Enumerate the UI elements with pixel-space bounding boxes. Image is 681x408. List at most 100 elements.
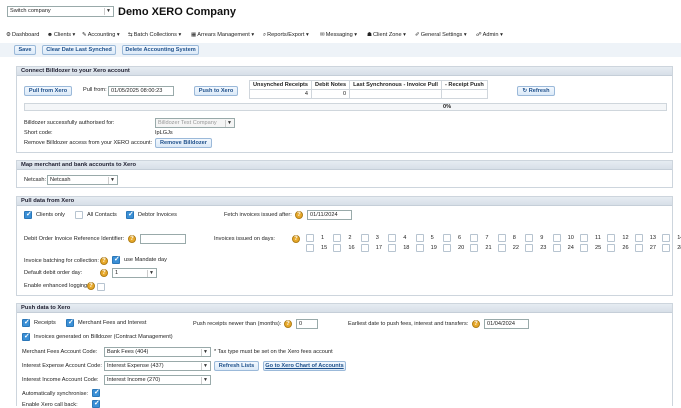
clients-only-checkbox[interactable] (24, 210, 32, 219)
day-label: 25 (595, 245, 602, 251)
nav-item-reports[interactable]: ⌕Reports/Export ▾ (263, 32, 309, 39)
arrears-icon: ▦ (191, 32, 197, 38)
interest-expense-select[interactable]: Interest Expense (437) ▼ (104, 361, 211, 371)
refresh-lists-button[interactable]: Refresh Lists (214, 361, 259, 371)
day-label: 26 (622, 245, 629, 251)
day-checkbox[interactable] (580, 234, 588, 242)
day-label: 11 (595, 235, 601, 241)
help-icon[interactable]: ? (472, 320, 480, 328)
day-checkbox[interactable] (470, 234, 479, 242)
nav-item-general-settings[interactable]: ✐General Settings ▾ (415, 32, 467, 38)
callback-checkbox[interactable] (92, 399, 100, 408)
reference-identifier-input[interactable] (140, 234, 186, 244)
earliest-date-input[interactable]: 01/04/2024 (484, 319, 529, 329)
switch-company-value: Switch company (10, 8, 51, 14)
push-months-input[interactable]: 0 (296, 319, 318, 329)
day-checkbox[interactable] (360, 244, 369, 252)
day-checkbox[interactable] (388, 234, 397, 242)
interest-income-label: Interest Income Account Code: (22, 377, 99, 383)
merchant-fees-checkbox[interactable] (66, 318, 74, 327)
auto-sync-checkbox[interactable] (92, 388, 100, 397)
day-checkbox[interactable] (607, 234, 616, 242)
chevron-down-icon: ▼ (201, 349, 209, 356)
main-nav: ⚙Dashboard ☻Clients ▾ ✎Accounting ▾ ⇆Bat… (0, 29, 681, 41)
mandate-day-checkbox[interactable] (112, 255, 120, 264)
interest-income-select[interactable]: Interest Income (270) ▼ (104, 375, 211, 385)
pull-from-label: Pull from: (83, 87, 107, 93)
fetch-after-input[interactable]: 01/11/2024 (307, 210, 352, 220)
switch-company-select[interactable]: Switch company ▼ (7, 6, 114, 17)
nav-item-client-zone[interactable]: ☗Client Zone ▾ (367, 32, 406, 38)
day-checkbox[interactable] (525, 234, 534, 242)
help-icon[interactable]: ? (292, 235, 300, 243)
xero-chart-link[interactable]: Go to Xero Chart of Accounts (263, 361, 346, 371)
sync-progress-label: 0% (443, 104, 452, 110)
day-label: 12 (622, 235, 629, 241)
help-icon[interactable]: ? (295, 211, 303, 219)
day-checkbox[interactable] (634, 244, 643, 252)
day-checkbox[interactable] (607, 244, 616, 252)
day-label: 9 (540, 235, 544, 241)
day-label: 16 (348, 245, 355, 251)
nav-item-dashboard[interactable]: ⚙Dashboard (6, 32, 39, 38)
nav-item-arrears[interactable]: ▦Arrears Management ▾ (191, 32, 254, 38)
day-checkbox[interactable] (415, 234, 424, 242)
day-checkbox[interactable] (497, 234, 506, 242)
clear-date-button[interactable]: Clear Date Last Synched (42, 45, 116, 55)
authorised-company-select[interactable]: Billdozer Test Company ▼ (155, 118, 235, 128)
help-icon[interactable]: ? (128, 235, 136, 243)
day-checkbox[interactable] (470, 244, 479, 252)
nav-item-clients[interactable]: ☻Clients ▾ (47, 32, 75, 38)
day-checkbox[interactable] (306, 244, 314, 252)
day-checkbox[interactable] (333, 234, 342, 242)
pull-from-input[interactable]: 01/05/2025 08:00:23 (108, 86, 174, 96)
delete-accounting-button[interactable]: Delete Accounting System (122, 45, 199, 55)
help-icon[interactable]: ? (284, 320, 292, 328)
day-checkbox[interactable] (415, 244, 424, 252)
refresh-button[interactable]: ↻ Refresh (517, 86, 555, 96)
help-icon[interactable]: ? (100, 269, 108, 277)
save-button[interactable]: Save (14, 45, 36, 55)
help-icon[interactable]: ? (87, 282, 95, 290)
day-checkbox[interactable] (552, 244, 561, 252)
day-label: 7 (485, 235, 489, 241)
day-checkbox[interactable] (552, 234, 561, 242)
day-checkbox[interactable] (662, 244, 671, 252)
day-checkbox[interactable] (443, 234, 451, 242)
settings-icon: ✐ (415, 32, 420, 38)
debtor-invoices-checkbox[interactable] (126, 210, 134, 219)
nav-item-admin[interactable]: ☍Admin ▾ (476, 32, 503, 38)
netcash-select[interactable]: Netcash ▼ (47, 175, 118, 185)
invoices-generated-checkbox[interactable] (22, 332, 30, 341)
all-contacts-checkbox[interactable] (75, 211, 83, 219)
day-checkbox[interactable] (497, 244, 506, 252)
nav-item-accounting[interactable]: ✎Accounting ▾ (82, 32, 120, 38)
pull-heading: Pull data from Xero (17, 197, 672, 206)
day-label: 24 (567, 245, 574, 251)
day-checkbox[interactable] (333, 244, 342, 252)
day-checkbox[interactable] (443, 244, 451, 252)
nav-item-batch-collections[interactable]: ⇆Batch Collections ▾ (128, 32, 181, 38)
day-checkbox[interactable] (580, 244, 588, 252)
day-checkbox[interactable] (360, 234, 369, 242)
nav-item-messaging[interactable]: ✉Messaging ▾ (320, 32, 357, 38)
fees-code-select[interactable]: Bank Fees (404) ▼ (104, 347, 211, 357)
table-header: - Receipt Push (440, 80, 488, 90)
default-day-select[interactable]: 1 ▼ (112, 268, 157, 278)
day-checkbox[interactable] (388, 244, 397, 252)
remove-billdozer-button[interactable]: Remove Billdozer (155, 138, 212, 148)
day-checkbox[interactable] (306, 234, 314, 242)
table-cell: 4 (248, 89, 313, 99)
messaging-icon: ✉ (320, 32, 325, 38)
day-checkbox[interactable] (662, 234, 671, 242)
receipts-checkbox[interactable] (22, 318, 30, 327)
table-cell: 0 (311, 89, 351, 99)
day-checkbox[interactable] (634, 234, 643, 242)
push-to-xero-button[interactable]: Push to Xero (194, 86, 238, 96)
help-icon[interactable]: ? (100, 257, 108, 265)
pull-from-xero-button[interactable]: Pull from Xero (24, 86, 72, 96)
day-label: 22 (512, 245, 520, 251)
logging-checkbox[interactable] (97, 283, 105, 291)
logging-label: Enable enhanced logging: (24, 283, 89, 289)
day-checkbox[interactable] (525, 244, 534, 252)
